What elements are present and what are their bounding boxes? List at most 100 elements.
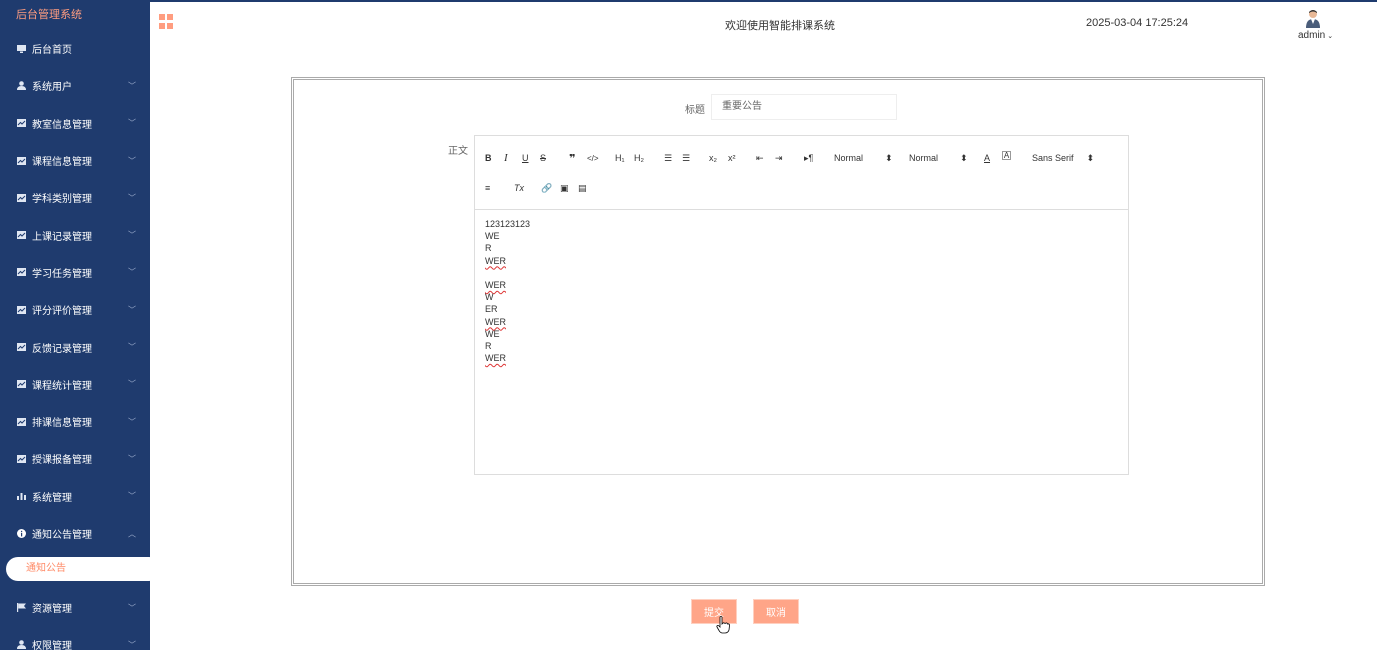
- sidebar-menu: 后台首页系统用户 ﹀ 教室信息管理 ﹀ 课程信息管理 ﹀ 学科类别管理 ﹀ 上课记录管理 ﹀ 学习任…: [0, 30, 150, 552]
- editor-line: ER: [485, 304, 498, 315]
- editor-content[interactable]: 123123123 WE R WER WER W ER WER WE R WER: [475, 210, 1128, 372]
- avatar[interactable]: [1305, 8, 1321, 28]
- outdent-icon[interactable]: ⇤: [756, 151, 764, 165]
- sidebar-item[interactable]: 评分评价管理 ﹀: [0, 291, 150, 328]
- chart-icon: [16, 454, 26, 464]
- username: admin: [1298, 30, 1326, 41]
- select-arrows-icon: ⬍: [885, 152, 893, 163]
- editor-line: R: [485, 243, 492, 254]
- title-input[interactable]: 重要公告: [711, 94, 897, 120]
- sidebar-item-label: 后台首页: [32, 45, 72, 57]
- text-direction-icon[interactable]: ▸¶: [804, 151, 813, 165]
- blockquote-icon[interactable]: ❞: [569, 151, 575, 165]
- user-icon: [16, 640, 26, 650]
- editor-line: 123123123: [485, 219, 531, 229]
- body-label: 正文: [448, 146, 468, 157]
- chevron-down-icon: ﹀: [128, 305, 136, 315]
- sidebar-item-label: 教室信息管理: [32, 119, 92, 131]
- editor-line: WE: [485, 231, 500, 242]
- editor-line: W: [485, 292, 494, 303]
- superscript-icon[interactable]: x²: [728, 151, 736, 165]
- h1-icon[interactable]: H₁: [615, 151, 625, 165]
- clear-format-icon[interactable]: Tx: [514, 181, 524, 195]
- chevron-down-icon: ﹀: [128, 603, 136, 613]
- welcome-text: 欢迎使用智能排课系统: [725, 20, 835, 32]
- chevron-down-icon: ﹀: [128, 379, 136, 389]
- sidebar-item[interactable]: 后台首页: [0, 30, 150, 67]
- sidebar-subitem-notice[interactable]: 通知公告: [6, 557, 161, 581]
- sidebar-item-label: 权限管理: [32, 641, 72, 653]
- ordered-list-icon[interactable]: ☰: [664, 151, 672, 165]
- chevron-down-icon: ﹀: [128, 193, 136, 203]
- chevron-down-icon: ﹀: [128, 81, 136, 91]
- chevron-down-icon: ﹀: [128, 118, 136, 128]
- chevron-down-icon: ﹀: [128, 640, 136, 650]
- chart-icon: [16, 156, 26, 166]
- editor-line: WE: [485, 328, 500, 339]
- chevron-up-icon: ︿: [128, 529, 136, 538]
- submit-button[interactable]: 提交: [691, 599, 737, 624]
- datetime-text: 2025-03-04 17:25:24: [1086, 17, 1189, 29]
- subscript-icon[interactable]: x₂: [709, 151, 717, 165]
- flag-icon: [16, 603, 26, 613]
- menu-toggle-icon[interactable]: [159, 14, 174, 29]
- code-block-icon[interactable]: </>: [587, 151, 599, 165]
- header-select-value: Normal: [834, 153, 864, 163]
- hand-cursor-icon: [716, 616, 730, 634]
- sidebar-item[interactable]: 授课报备管理 ﹀: [0, 440, 150, 477]
- sidebar: 后台管理系统 后台首页 系统用户 ﹀ 教室信息管理 ﹀ 课程信息管理 ﹀ 学科类别管理 ﹀ 上课记…: [0, 0, 150, 650]
- sidebar-item-label: 系统管理: [32, 492, 72, 504]
- sidebar-item-label: 通知公告管理: [32, 530, 92, 541]
- select-arrows-icon: ⬍: [960, 152, 968, 163]
- chart-icon: [16, 193, 26, 203]
- text-color-icon[interactable]: A: [984, 151, 990, 165]
- sidebar-item-label: 反馈记录管理: [32, 343, 92, 355]
- sidebar-item[interactable]: 系统管理 ﹀: [0, 478, 150, 515]
- chart-icon: [16, 267, 26, 277]
- sidebar-item[interactable]: 课程信息管理 ﹀: [0, 142, 150, 179]
- sidebar-item[interactable]: 通知公告管理 ︿: [0, 515, 150, 552]
- indent-icon[interactable]: ⇥: [775, 151, 783, 165]
- link-icon[interactable]: 🔗: [541, 181, 552, 195]
- image-icon[interactable]: ▣: [560, 181, 569, 195]
- sidebar-item[interactable]: 学科类别管理 ﹀: [0, 179, 150, 216]
- align-icon[interactable]: ≡: [485, 181, 490, 195]
- bullet-list-icon[interactable]: ☰: [682, 151, 690, 165]
- sidebar-item[interactable]: 排课信息管理 ﹀: [0, 403, 150, 440]
- header-select[interactable]: Normal ⬍: [834, 151, 893, 165]
- sidebar-item[interactable]: 课程统计管理 ﹀: [0, 366, 150, 403]
- sidebar-item[interactable]: 教室信息管理 ﹀: [0, 105, 150, 142]
- sidebar-item-label: 课程统计管理: [32, 380, 92, 392]
- sidebar-item[interactable]: 上课记录管理 ﹀: [0, 216, 150, 253]
- chevron-down-icon: ﹀: [128, 267, 136, 277]
- sidebar-item[interactable]: 系统用户 ﹀: [0, 67, 150, 104]
- font-select[interactable]: Sans Serif ⬍: [1032, 151, 1094, 165]
- chart-icon: [16, 230, 26, 240]
- chevron-down-icon: ﹀: [128, 230, 136, 240]
- h2-icon[interactable]: H₂: [634, 151, 644, 165]
- sidebar-item[interactable]: 资源管理 ﹀: [0, 589, 150, 626]
- monitor-icon: [16, 44, 26, 54]
- info-icon: [16, 529, 26, 539]
- sidebar-item[interactable]: 反馈记录管理 ﹀: [0, 328, 150, 365]
- user-menu[interactable]: admin ⌄: [1298, 30, 1333, 41]
- editor-line: R: [485, 341, 492, 352]
- italic-icon[interactable]: I: [504, 151, 508, 165]
- bar-chart-icon: [16, 491, 26, 501]
- video-icon[interactable]: ▤: [578, 181, 587, 195]
- editor-toolbar: B I U S ❞ </> H₁ H₂ ☰ ☰ x₂ x² ⇤ ⇥ ▸¶ Nor…: [475, 136, 1128, 210]
- chart-icon: [16, 305, 26, 315]
- bold-icon[interactable]: B: [485, 151, 492, 165]
- cancel-button[interactable]: 取消: [753, 599, 799, 624]
- sidebar-item-label: 系统用户: [32, 82, 72, 94]
- background-color-icon[interactable]: A: [1002, 151, 1011, 160]
- underline-icon[interactable]: U: [522, 151, 529, 165]
- sidebar-item[interactable]: 学习任务管理 ﹀: [0, 254, 150, 291]
- top-header: 欢迎使用智能排课系统 2025-03-04 17:25:24 admin ⌄: [150, 0, 1377, 44]
- editor-line: WER: [485, 316, 506, 327]
- size-select[interactable]: Normal ⬍: [909, 151, 968, 165]
- sidebar-item[interactable]: 权限管理 ﹀: [0, 626, 150, 663]
- sidebar-item-label: 资源管理: [32, 604, 72, 616]
- select-arrows-icon: ⬍: [1086, 152, 1095, 163]
- strike-icon[interactable]: S: [540, 151, 546, 165]
